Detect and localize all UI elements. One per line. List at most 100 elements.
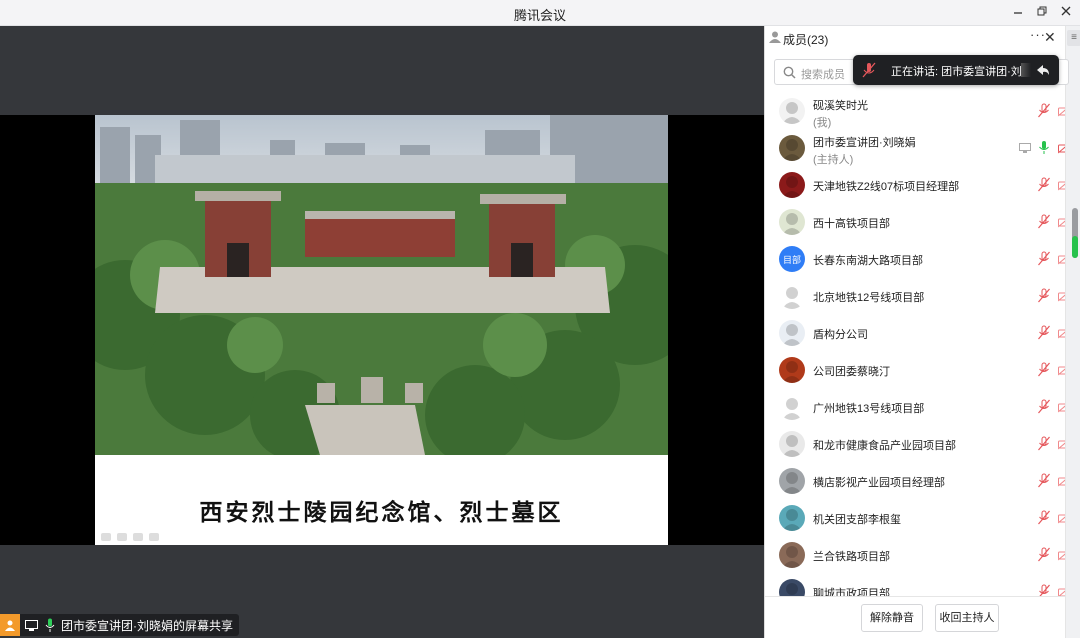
member-row[interactable]: 团市委宣讲团·刘晓娟 (主持人): [765, 129, 1065, 166]
close-panel-button[interactable]: ✕: [1044, 29, 1056, 46]
member-list-scrollbar[interactable]: [1072, 208, 1078, 258]
screen-share-tag[interactable]: 团市委宣讲团·刘晓娟的屏幕共享: [0, 614, 239, 636]
pen-icon: [117, 533, 127, 541]
member-row[interactable]: 目部 长春东南湖大路项目部: [765, 240, 1065, 277]
member-row[interactable]: 兰合铁路项目部: [765, 536, 1065, 573]
close-icon: [1061, 6, 1071, 16]
mic-muted-icon[interactable]: [1038, 547, 1050, 567]
mic-muted-icon[interactable]: [1038, 103, 1050, 123]
camera-off-icon[interactable]: [1057, 141, 1065, 159]
camera-off-icon[interactable]: [1057, 548, 1065, 566]
close-window-button[interactable]: [1057, 4, 1075, 22]
speaking-indicator: 正在讲话: 团市委宣讲团·刘...: [853, 55, 1059, 85]
avatar: [779, 394, 805, 420]
avatar: [779, 505, 805, 531]
speaking-text: 正在讲话: 团市委宣讲团·刘...: [891, 66, 1021, 78]
camera-off-icon[interactable]: [1057, 104, 1065, 122]
member-role: (主持人): [813, 154, 854, 166]
camera-off-icon[interactable]: [1057, 215, 1065, 233]
mic-muted-icon[interactable]: [1038, 288, 1050, 308]
camera-off-icon[interactable]: [1057, 437, 1065, 455]
camera-off-icon[interactable]: [1057, 326, 1065, 344]
camera-off-icon[interactable]: [1057, 511, 1065, 529]
mic-muted-icon[interactable]: [1038, 473, 1050, 493]
mic-muted-icon[interactable]: [1038, 436, 1050, 456]
minimize-button[interactable]: [1009, 4, 1027, 22]
camera-off-icon[interactable]: [1057, 289, 1065, 307]
member-row[interactable]: 盾构分公司: [765, 314, 1065, 351]
member-name: 横店影视产业园项目经理部: [813, 477, 945, 489]
members-icon: [769, 31, 781, 43]
reclaim-host-button[interactable]: 收回主持人: [935, 604, 999, 632]
member-name: 北京地铁12号线项目部: [813, 292, 925, 304]
member-name: 公司团委蔡晓汀: [813, 366, 890, 378]
avatar: 目部: [779, 246, 805, 272]
member-name: 和龙市健康食品产业园项目部: [813, 440, 956, 452]
slide-tools[interactable]: [101, 533, 159, 541]
avatar: [779, 579, 805, 596]
shared-screen-stage[interactable]: 西安烈士陵园纪念馆、烈士墓区 团市委宣讲团·刘晓娟的屏幕共享: [0, 26, 764, 638]
member-name: 盾构分公司: [813, 329, 868, 341]
search-placeholder: 搜索成员: [801, 69, 845, 81]
more-icon: [149, 533, 159, 541]
mic-on-icon[interactable]: [1038, 140, 1050, 160]
member-row[interactable]: 横店影视产业园项目经理部: [765, 462, 1065, 499]
member-row[interactable]: 和龙市健康食品产业园项目部: [765, 425, 1065, 462]
avatar: [779, 135, 805, 161]
grid-icon: [133, 533, 143, 541]
mic-muted-icon[interactable]: [1038, 177, 1050, 197]
member-row[interactable]: 砚溪笑时光 (我): [765, 92, 1065, 129]
avatar: [779, 283, 805, 309]
member-row[interactable]: 西十高铁项目部: [765, 203, 1065, 240]
menu-icon[interactable]: ≡: [1067, 30, 1080, 46]
side-strip: ≡: [1065, 26, 1080, 638]
camera-off-icon[interactable]: [1057, 400, 1065, 418]
screen-share-icon: [1019, 141, 1031, 159]
member-row[interactable]: 公司团委蔡晓汀: [765, 351, 1065, 388]
back-arrow-icon[interactable]: [1035, 62, 1051, 78]
minimize-icon: [1014, 12, 1022, 14]
member-row[interactable]: 天津地铁Z2线07标项目经理部: [765, 166, 1065, 203]
member-row[interactable]: 广州地铁13号线项目部: [765, 388, 1065, 425]
member-row[interactable]: 北京地铁12号线项目部: [765, 277, 1065, 314]
camera-off-icon[interactable]: [1057, 178, 1065, 196]
title-bar: 腾讯会议: [0, 0, 1080, 26]
undo-icon: [101, 533, 111, 541]
camera-off-icon[interactable]: [1057, 252, 1065, 270]
panel-header: 成员(23) ··· ✕: [765, 26, 1065, 50]
avatar: [779, 431, 805, 457]
member-name: 聊城市政项目部: [813, 588, 890, 596]
camera-off-icon[interactable]: [1058, 585, 1065, 596]
member-name: 长春东南湖大路项目部: [813, 255, 923, 267]
member-name: 机关团支部李根玺: [813, 514, 901, 526]
muted-mic-icon: [862, 62, 876, 78]
mic-muted-icon[interactable]: [1038, 362, 1050, 382]
member-role: (我): [813, 117, 832, 129]
mic-muted-icon[interactable]: [1038, 584, 1050, 596]
mic-muted-icon[interactable]: [1038, 399, 1050, 419]
host-badge-icon: [0, 614, 20, 636]
memorial-photo: [95, 115, 668, 455]
avatar: [779, 172, 805, 198]
restore-button[interactable]: [1033, 4, 1051, 22]
camera-off-icon[interactable]: [1057, 363, 1065, 381]
camera-off-icon[interactable]: [1057, 474, 1065, 492]
unmute-all-button[interactable]: 解除静音: [861, 604, 923, 632]
search-icon: [783, 66, 796, 79]
avatar: [779, 209, 805, 235]
panel-footer: 解除静音 收回主持人: [765, 596, 1065, 638]
avatar: [779, 468, 805, 494]
member-panel: 成员(23) ··· ✕ ≡ 搜索成员 正在讲话: 团市委宣讲团·刘... 砚溪…: [764, 26, 1080, 638]
member-row[interactable]: 机关团支部李根玺: [765, 499, 1065, 536]
mic-muted-icon[interactable]: [1038, 214, 1050, 234]
screen-share-label: 团市委宣讲团·刘晓娟的屏幕共享: [61, 618, 233, 633]
shared-slide: 西安烈士陵园纪念馆、烈士墓区: [95, 115, 668, 545]
member-row[interactable]: 聊城市政项目部: [765, 573, 1065, 596]
avatar: [779, 98, 805, 124]
mic-muted-icon[interactable]: [1038, 510, 1050, 530]
mic-icon: [42, 617, 58, 633]
mic-muted-icon[interactable]: [1038, 325, 1050, 345]
mic-muted-icon[interactable]: [1038, 251, 1050, 271]
panel-title: 成员(23): [783, 33, 829, 47]
avatar: [779, 357, 805, 383]
